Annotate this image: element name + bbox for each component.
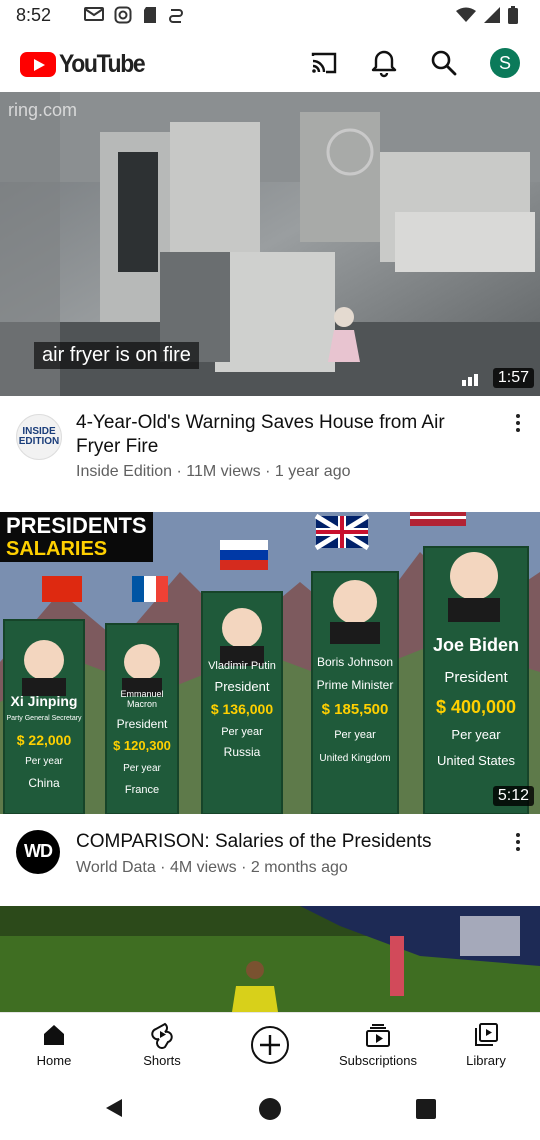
nav-subscriptions[interactable]: Subscriptions	[324, 1013, 432, 1075]
cast-icon	[311, 52, 337, 74]
bell-icon	[371, 50, 397, 78]
video-subtitle: Inside Edition · 11M views · 1 year ago	[76, 463, 351, 480]
pillar-amount: $ 22,000	[16, 732, 72, 749]
video-thumbnail[interactable]: ring.com air fryer is on fire 1:57	[0, 92, 540, 396]
youtube-logo[interactable]: YouTube	[20, 50, 152, 79]
pillar-per: Per year	[221, 725, 263, 738]
home-circle-icon[interactable]	[257, 1096, 283, 1122]
nav-library[interactable]: Library	[432, 1013, 540, 1075]
pillar-label: Vladimir Putin President $ 136,000 Per y…	[202, 660, 282, 759]
pillar-per: Per year	[123, 763, 161, 775]
wifi-icon	[456, 7, 476, 22]
pillar-name: Xi Jinping	[10, 693, 78, 709]
nav-label: Library	[466, 1053, 506, 1068]
more-options-button[interactable]	[508, 411, 528, 435]
thumbnail-image	[0, 906, 540, 1012]
system-icons	[456, 6, 518, 24]
signal-icon	[484, 7, 500, 23]
pillar-name: Emmanuel Macron	[120, 689, 164, 709]
pillar-label: Xi Jinping Party General Secretary $ 22,…	[4, 693, 84, 791]
avatar-letter: S	[498, 52, 511, 73]
pillar-role: President	[214, 679, 270, 695]
pillar-per: Per year	[25, 756, 63, 768]
app-bar: YouTube S	[0, 32, 540, 92]
pillar-label: Joe Biden President $ 400,000 Per year U…	[424, 635, 528, 769]
status-bar: 8:52	[0, 0, 540, 32]
thumb-header: PRESIDENTS SALARIES	[0, 512, 153, 562]
pillar-country: United Kingdom	[319, 752, 391, 764]
video-title[interactable]: COMPARISON: Salaries of the Presidents	[76, 830, 486, 854]
search-button[interactable]	[428, 47, 460, 79]
watermark-text: ring.com	[8, 100, 78, 120]
channel-avatar[interactable]: INSIDE EDITION	[16, 414, 62, 460]
caption-overlay: air fryer is on fire	[34, 342, 199, 369]
thumb-header-line2: SALARIES	[6, 538, 108, 560]
pillar-role: Party General Secretary	[6, 715, 82, 723]
sync-icon	[169, 9, 183, 23]
cast-button[interactable]	[308, 47, 340, 79]
pillar-name: Boris Johnson	[316, 655, 394, 669]
library-icon	[475, 1023, 498, 1046]
back-icon[interactable]	[102, 1096, 126, 1120]
pillar-amount: $ 136,000	[210, 701, 274, 718]
pillar-country: United States	[436, 753, 516, 769]
video-thumbnail[interactable]: PRESIDENTS SALARIES Xi Jinping Party Gen…	[0, 512, 540, 814]
video-duration: 5:12	[492, 786, 534, 806]
shorts-icon	[151, 1022, 173, 1049]
channel-avatar-text: INSIDE EDITION	[18, 426, 60, 447]
video-subtitle: World Data · 4M views · 2 months ago	[76, 859, 348, 876]
nav-label: Shorts	[143, 1053, 181, 1068]
system-navigation-bar	[0, 1074, 540, 1140]
account-avatar[interactable]: S	[490, 48, 520, 78]
video-duration: 1:57	[492, 368, 534, 388]
create-icon	[251, 1026, 289, 1064]
nav-label: Subscriptions	[338, 1053, 418, 1068]
home-icon	[44, 1025, 64, 1045]
video-meta[interactable]: INSIDE EDITION 4-Year-Old's Warning Save…	[0, 396, 540, 512]
pillar-role: President	[444, 668, 508, 686]
video-thumbnail[interactable]	[0, 906, 540, 1012]
status-time: 8:52	[16, 5, 52, 25]
channel-avatar[interactable]: WD	[16, 830, 60, 874]
thumb-header-line1: PRESIDENTS	[6, 513, 147, 538]
recents-icon[interactable]	[415, 1098, 437, 1120]
pillar-role: President	[116, 716, 168, 731]
nav-home[interactable]: Home	[0, 1013, 108, 1075]
youtube-play-logo-icon	[20, 52, 56, 77]
pillar-amount: $ 120,300	[113, 737, 171, 753]
battery-icon	[508, 6, 518, 24]
pillar-per: Per year	[334, 728, 376, 741]
pillar-label: Emmanuel Macron President $ 120,300 Per …	[106, 689, 178, 797]
notifications-button[interactable]	[368, 47, 400, 79]
pillar-per: Per year	[451, 727, 501, 743]
pillar-country: Russia	[223, 744, 261, 759]
search-icon	[431, 50, 457, 76]
instagram-icon	[114, 6, 132, 24]
subscriptions-icon	[366, 1024, 390, 1047]
pillar-amount: $ 400,000	[435, 697, 517, 718]
pillar-country: China	[28, 776, 60, 791]
pillar-role: Prime Minister	[316, 678, 394, 693]
logo-text: YouTube	[59, 50, 146, 78]
nav-label: Home	[36, 1053, 72, 1068]
pillar-name: Vladimir Putin	[208, 660, 276, 672]
video-meta[interactable]: WD COMPARISON: Salaries of the President…	[0, 814, 540, 906]
pillar-label: Boris Johnson Prime Minister $ 185,500 P…	[312, 655, 398, 764]
pillar-amount: $ 185,500	[321, 701, 389, 719]
gmail-icon	[84, 7, 104, 21]
sd-card-icon	[144, 7, 156, 23]
pillar-name: Joe Biden	[432, 635, 520, 655]
more-options-button[interactable]	[508, 830, 528, 854]
pillar-country: France	[124, 784, 160, 797]
video-title[interactable]: 4-Year-Old's Warning Saves House from Ai…	[76, 411, 486, 459]
signal-bars-icon	[462, 374, 478, 386]
nav-shorts[interactable]: Shorts	[108, 1013, 216, 1075]
channel-avatar-text: WD	[24, 841, 53, 861]
bottom-navigation: Home Shorts Subscriptions Library	[0, 1012, 540, 1075]
notification-icons	[84, 6, 184, 24]
nav-create[interactable]	[216, 1013, 324, 1075]
